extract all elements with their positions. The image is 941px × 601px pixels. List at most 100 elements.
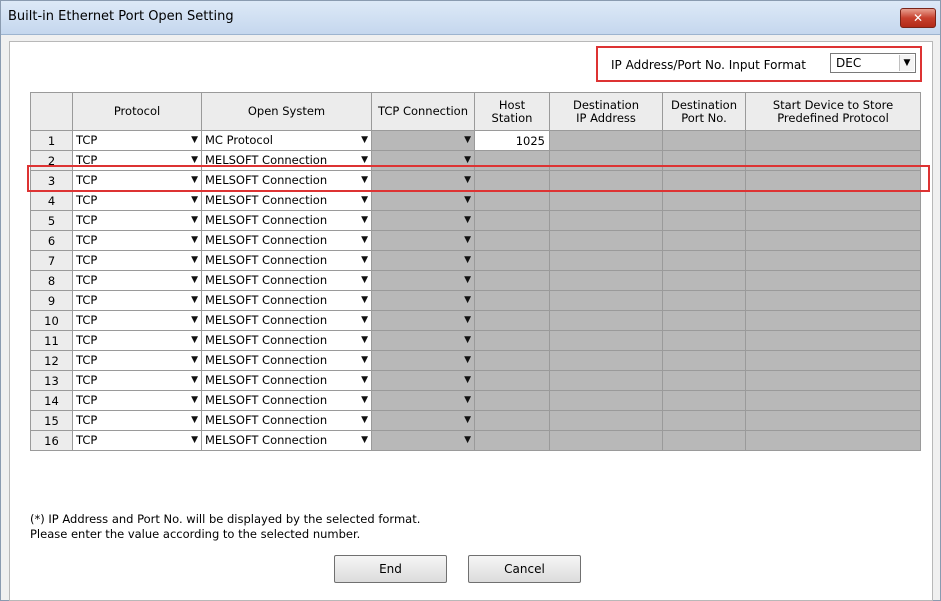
chevron-down-icon[interactable]: ▼	[191, 415, 198, 425]
open-system-select[interactable]: MELSOFT Connection ▼	[201, 430, 372, 451]
chevron-down-icon[interactable]: ▼	[191, 195, 198, 205]
host-station-cell[interactable]	[474, 410, 550, 431]
chevron-down-icon[interactable]: ▼	[191, 255, 198, 265]
start-device-cell[interactable]	[745, 370, 921, 391]
chevron-down-icon[interactable]: ▼	[464, 355, 471, 365]
tcp-connection-select[interactable]: ▼	[371, 150, 475, 171]
destination-port-cell[interactable]	[662, 370, 746, 391]
protocol-select[interactable]: TCP ▼	[72, 250, 202, 271]
tcp-connection-select[interactable]: ▼	[371, 250, 475, 271]
chevron-down-icon[interactable]: ▼	[899, 55, 914, 71]
destination-ip-cell[interactable]	[549, 210, 663, 231]
destination-ip-cell[interactable]	[549, 130, 663, 151]
destination-port-cell[interactable]	[662, 410, 746, 431]
chevron-down-icon[interactable]: ▼	[361, 335, 368, 345]
chevron-down-icon[interactable]: ▼	[361, 175, 368, 185]
host-station-cell[interactable]	[474, 250, 550, 271]
chevron-down-icon[interactable]: ▼	[361, 435, 368, 445]
chevron-down-icon[interactable]: ▼	[464, 235, 471, 245]
start-device-cell[interactable]	[745, 130, 921, 151]
open-system-select[interactable]: MELSOFT Connection ▼	[201, 250, 372, 271]
open-system-select[interactable]: MELSOFT Connection ▼	[201, 390, 372, 411]
chevron-down-icon[interactable]: ▼	[191, 375, 198, 385]
chevron-down-icon[interactable]: ▼	[191, 235, 198, 245]
tcp-connection-select[interactable]: ▼	[371, 350, 475, 371]
chevron-down-icon[interactable]: ▼	[191, 275, 198, 285]
chevron-down-icon[interactable]: ▼	[361, 415, 368, 425]
host-station-cell[interactable]	[474, 370, 550, 391]
open-system-select[interactable]: MELSOFT Connection ▼	[201, 150, 372, 171]
tcp-connection-select[interactable]: ▼	[371, 270, 475, 291]
input-format-select[interactable]: DEC ▼	[830, 53, 916, 73]
open-system-select[interactable]: MELSOFT Connection ▼	[201, 410, 372, 431]
chevron-down-icon[interactable]: ▼	[464, 315, 471, 325]
chevron-down-icon[interactable]: ▼	[464, 255, 471, 265]
chevron-down-icon[interactable]: ▼	[361, 295, 368, 305]
host-station-cell[interactable]	[474, 310, 550, 331]
host-station-cell[interactable]	[474, 430, 550, 451]
end-button[interactable]: End	[334, 555, 447, 583]
start-device-cell[interactable]	[745, 390, 921, 411]
chevron-down-icon[interactable]: ▼	[361, 255, 368, 265]
destination-ip-cell[interactable]	[549, 370, 663, 391]
chevron-down-icon[interactable]: ▼	[191, 315, 198, 325]
destination-ip-cell[interactable]	[549, 190, 663, 211]
open-system-select[interactable]: MELSOFT Connection ▼	[201, 190, 372, 211]
host-station-cell[interactable]	[474, 190, 550, 211]
title-bar[interactable]: Built-in Ethernet Port Open Setting ✕	[1, 1, 940, 35]
destination-port-cell[interactable]	[662, 350, 746, 371]
tcp-connection-select[interactable]: ▼	[371, 410, 475, 431]
chevron-down-icon[interactable]: ▼	[464, 215, 471, 225]
chevron-down-icon[interactable]: ▼	[191, 175, 198, 185]
open-system-select[interactable]: MELSOFT Connection ▼	[201, 370, 372, 391]
start-device-cell[interactable]	[745, 310, 921, 331]
chevron-down-icon[interactable]: ▼	[464, 275, 471, 285]
chevron-down-icon[interactable]: ▼	[361, 275, 368, 285]
destination-port-cell[interactable]	[662, 310, 746, 331]
destination-ip-cell[interactable]	[549, 150, 663, 171]
destination-port-cell[interactable]	[662, 130, 746, 151]
destination-port-cell[interactable]	[662, 290, 746, 311]
destination-ip-cell[interactable]	[549, 350, 663, 371]
host-station-cell[interactable]	[474, 210, 550, 231]
chevron-down-icon[interactable]: ▼	[191, 355, 198, 365]
chevron-down-icon[interactable]: ▼	[464, 435, 471, 445]
host-station-cell[interactable]	[474, 230, 550, 251]
chevron-down-icon[interactable]: ▼	[464, 135, 471, 145]
protocol-select[interactable]: TCP ▼	[72, 190, 202, 211]
close-button[interactable]: ✕	[900, 8, 936, 28]
chevron-down-icon[interactable]: ▼	[361, 235, 368, 245]
tcp-connection-select[interactable]: ▼	[371, 370, 475, 391]
start-device-cell[interactable]	[745, 330, 921, 351]
start-device-cell[interactable]	[745, 290, 921, 311]
destination-port-cell[interactable]	[662, 250, 746, 271]
destination-ip-cell[interactable]	[549, 230, 663, 251]
protocol-select[interactable]: TCP ▼	[72, 330, 202, 351]
tcp-connection-select[interactable]: ▼	[371, 310, 475, 331]
protocol-select[interactable]: TCP ▼	[72, 150, 202, 171]
chevron-down-icon[interactable]: ▼	[191, 135, 198, 145]
tcp-connection-select[interactable]: ▼	[371, 390, 475, 411]
tcp-connection-select[interactable]: ▼	[371, 290, 475, 311]
start-device-cell[interactable]	[745, 270, 921, 291]
start-device-cell[interactable]	[745, 410, 921, 431]
destination-ip-cell[interactable]	[549, 170, 663, 191]
destination-port-cell[interactable]	[662, 150, 746, 171]
open-system-select[interactable]: MELSOFT Connection ▼	[201, 170, 372, 191]
host-station-cell[interactable]	[474, 150, 550, 171]
tcp-connection-select[interactable]: ▼	[371, 230, 475, 251]
tcp-connection-select[interactable]: ▼	[371, 430, 475, 451]
chevron-down-icon[interactable]: ▼	[464, 335, 471, 345]
chevron-down-icon[interactable]: ▼	[464, 295, 471, 305]
destination-ip-cell[interactable]	[549, 250, 663, 271]
destination-port-cell[interactable]	[662, 230, 746, 251]
start-device-cell[interactable]	[745, 210, 921, 231]
protocol-select[interactable]: TCP ▼	[72, 310, 202, 331]
destination-ip-cell[interactable]	[549, 310, 663, 331]
protocol-select[interactable]: TCP ▼	[72, 290, 202, 311]
chevron-down-icon[interactable]: ▼	[361, 355, 368, 365]
protocol-select[interactable]: TCP ▼	[72, 270, 202, 291]
host-station-cell[interactable]	[474, 270, 550, 291]
protocol-select[interactable]: TCP ▼	[72, 130, 202, 151]
protocol-select[interactable]: TCP ▼	[72, 350, 202, 371]
